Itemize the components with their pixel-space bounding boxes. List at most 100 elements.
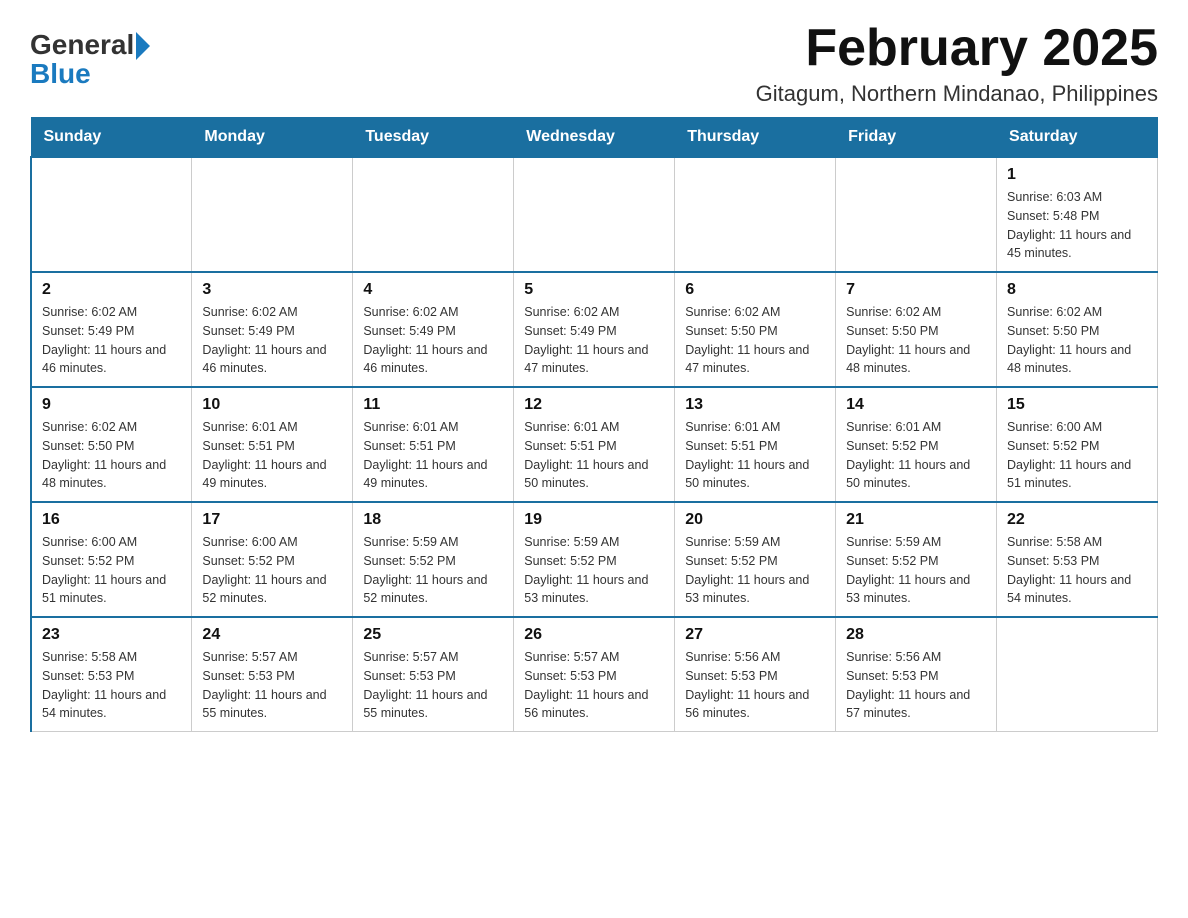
day-cell: 23 Sunrise: 5:58 AM Sunset: 5:53 PM Dayli…	[31, 617, 192, 732]
day-cell: 21Sunrise: 5:59 AM Sunset: 5:52 PM Dayli…	[836, 502, 997, 617]
day-info: Sunrise: 6:01 AM Sunset: 5:51 PM Dayligh…	[363, 418, 503, 493]
day-cell: 26 Sunrise: 5:57 AM Sunset: 5:53 PM Dayli…	[514, 617, 675, 732]
day-number: 7	[846, 281, 986, 299]
day-cell: 18Sunrise: 5:59 AM Sunset: 5:52 PM Dayli…	[353, 502, 514, 617]
day-info: Sunrise: 6:01 AM Sunset: 5:51 PM Dayligh…	[685, 418, 825, 493]
day-info: Sunrise: 6:02 AM Sunset: 5:49 PM Dayligh…	[363, 303, 503, 378]
day-info: Sunrise: 6:02 AM Sunset: 5:50 PM Dayligh…	[1007, 303, 1147, 378]
calendar-body: 1 Sunrise: 6:03 AM Sunset: 5:48 PM Daylig…	[31, 157, 1158, 732]
day-info: Sunrise: 6:02 AM Sunset: 5:49 PM Dayligh…	[524, 303, 664, 378]
day-info: Sunrise: 6:00 AM Sunset: 5:52 PM Dayligh…	[202, 533, 342, 608]
day-cell: 19Sunrise: 5:59 AM Sunset: 5:52 PM Dayli…	[514, 502, 675, 617]
day-number: 5	[524, 281, 664, 299]
calendar-title: February 2025	[756, 20, 1158, 77]
day-number: 24	[202, 626, 342, 644]
day-cell: 17 Sunrise: 6:00 AM Sunset: 5:52 PM Dayli…	[192, 502, 353, 617]
day-cell: 22 Sunrise: 5:58 AM Sunset: 5:53 PM Dayli…	[997, 502, 1158, 617]
header-row: SundayMondayTuesdayWednesdayThursdayFrid…	[31, 118, 1158, 158]
header-tuesday: Tuesday	[353, 118, 514, 158]
day-info: Sunrise: 6:00 AM Sunset: 5:52 PM Dayligh…	[1007, 418, 1147, 493]
day-number: 12	[524, 396, 664, 414]
day-info: Sunrise: 6:02 AM Sunset: 5:49 PM Dayligh…	[42, 303, 181, 378]
day-cell: 14 Sunrise: 6:01 AM Sunset: 5:52 PM Dayli…	[836, 387, 997, 502]
day-cell	[31, 157, 192, 272]
week-row-5: 23 Sunrise: 5:58 AM Sunset: 5:53 PM Dayli…	[31, 617, 1158, 732]
day-number: 6	[685, 281, 825, 299]
header-wednesday: Wednesday	[514, 118, 675, 158]
header-thursday: Thursday	[675, 118, 836, 158]
day-cell	[675, 157, 836, 272]
day-number: 25	[363, 626, 503, 644]
day-info: Sunrise: 5:56 AM Sunset: 5:53 PM Dayligh…	[846, 648, 986, 723]
title-block: February 2025 Gitagum, Northern Mindanao…	[756, 20, 1158, 107]
day-number: 9	[42, 396, 181, 414]
day-cell	[514, 157, 675, 272]
day-cell: 27Sunrise: 5:56 AM Sunset: 5:53 PM Dayli…	[675, 617, 836, 732]
day-cell	[997, 617, 1158, 732]
header-monday: Monday	[192, 118, 353, 158]
day-cell: 6Sunrise: 6:02 AM Sunset: 5:50 PM Daylig…	[675, 272, 836, 387]
day-cell: 25 Sunrise: 5:57 AM Sunset: 5:53 PM Dayli…	[353, 617, 514, 732]
day-cell	[836, 157, 997, 272]
day-cell: 5 Sunrise: 6:02 AM Sunset: 5:49 PM Daylig…	[514, 272, 675, 387]
header-saturday: Saturday	[997, 118, 1158, 158]
logo: General Blue	[30, 30, 150, 88]
day-cell: 4 Sunrise: 6:02 AM Sunset: 5:49 PM Daylig…	[353, 272, 514, 387]
day-number: 22	[1007, 511, 1147, 529]
day-cell: 7 Sunrise: 6:02 AM Sunset: 5:50 PM Daylig…	[836, 272, 997, 387]
day-info: Sunrise: 6:02 AM Sunset: 5:50 PM Dayligh…	[846, 303, 986, 378]
day-info: Sunrise: 5:57 AM Sunset: 5:53 PM Dayligh…	[524, 648, 664, 723]
day-cell: 13 Sunrise: 6:01 AM Sunset: 5:51 PM Dayli…	[675, 387, 836, 502]
day-info: Sunrise: 6:02 AM Sunset: 5:49 PM Dayligh…	[202, 303, 342, 378]
day-number: 16	[42, 511, 181, 529]
day-number: 13	[685, 396, 825, 414]
day-cell: 28 Sunrise: 5:56 AM Sunset: 5:53 PM Dayli…	[836, 617, 997, 732]
day-info: Sunrise: 6:03 AM Sunset: 5:48 PM Dayligh…	[1007, 188, 1147, 263]
day-number: 21	[846, 511, 986, 529]
day-number: 10	[202, 396, 342, 414]
day-info: Sunrise: 6:01 AM Sunset: 5:52 PM Dayligh…	[846, 418, 986, 493]
day-number: 3	[202, 281, 342, 299]
day-info: Sunrise: 6:01 AM Sunset: 5:51 PM Dayligh…	[202, 418, 342, 493]
week-row-2: 2 Sunrise: 6:02 AM Sunset: 5:49 PM Daylig…	[31, 272, 1158, 387]
day-cell	[353, 157, 514, 272]
day-info: Sunrise: 6:00 AM Sunset: 5:52 PM Dayligh…	[42, 533, 181, 608]
day-number: 2	[42, 281, 181, 299]
day-cell: 12 Sunrise: 6:01 AM Sunset: 5:51 PM Dayli…	[514, 387, 675, 502]
page-header: General Blue February 2025 Gitagum, Nort…	[30, 20, 1158, 107]
day-number: 11	[363, 396, 503, 414]
day-cell: 8 Sunrise: 6:02 AM Sunset: 5:50 PM Daylig…	[997, 272, 1158, 387]
day-number: 27	[685, 626, 825, 644]
calendar-table: SundayMondayTuesdayWednesdayThursdayFrid…	[30, 117, 1158, 732]
day-number: 23	[42, 626, 181, 644]
day-number: 28	[846, 626, 986, 644]
day-number: 14	[846, 396, 986, 414]
logo-blue: Blue	[30, 60, 150, 88]
day-number: 1	[1007, 166, 1147, 184]
day-cell: 15 Sunrise: 6:00 AM Sunset: 5:52 PM Dayli…	[997, 387, 1158, 502]
day-cell: 9 Sunrise: 6:02 AM Sunset: 5:50 PM Daylig…	[31, 387, 192, 502]
day-number: 20	[685, 511, 825, 529]
day-number: 15	[1007, 396, 1147, 414]
day-info: Sunrise: 5:57 AM Sunset: 5:53 PM Dayligh…	[202, 648, 342, 723]
day-cell	[192, 157, 353, 272]
day-info: Sunrise: 5:59 AM Sunset: 5:52 PM Dayligh…	[363, 533, 503, 608]
day-info: Sunrise: 6:01 AM Sunset: 5:51 PM Dayligh…	[524, 418, 664, 493]
day-cell: 3 Sunrise: 6:02 AM Sunset: 5:49 PM Daylig…	[192, 272, 353, 387]
week-row-1: 1 Sunrise: 6:03 AM Sunset: 5:48 PM Daylig…	[31, 157, 1158, 272]
day-info: Sunrise: 5:58 AM Sunset: 5:53 PM Dayligh…	[42, 648, 181, 723]
day-info: Sunrise: 6:02 AM Sunset: 5:50 PM Dayligh…	[42, 418, 181, 493]
day-number: 26	[524, 626, 664, 644]
day-cell: 1 Sunrise: 6:03 AM Sunset: 5:48 PM Daylig…	[997, 157, 1158, 272]
day-info: Sunrise: 5:58 AM Sunset: 5:53 PM Dayligh…	[1007, 533, 1147, 608]
day-cell: 20 Sunrise: 5:59 AM Sunset: 5:52 PM Dayli…	[675, 502, 836, 617]
week-row-3: 9 Sunrise: 6:02 AM Sunset: 5:50 PM Daylig…	[31, 387, 1158, 502]
day-info: Sunrise: 5:59 AM Sunset: 5:52 PM Dayligh…	[685, 533, 825, 608]
day-number: 8	[1007, 281, 1147, 299]
day-number: 17	[202, 511, 342, 529]
day-info: Sunrise: 5:59 AM Sunset: 5:52 PM Dayligh…	[524, 533, 664, 608]
calendar-header: SundayMondayTuesdayWednesdayThursdayFrid…	[31, 118, 1158, 158]
day-cell: 24 Sunrise: 5:57 AM Sunset: 5:53 PM Dayli…	[192, 617, 353, 732]
day-info: Sunrise: 5:57 AM Sunset: 5:53 PM Dayligh…	[363, 648, 503, 723]
day-number: 4	[363, 281, 503, 299]
